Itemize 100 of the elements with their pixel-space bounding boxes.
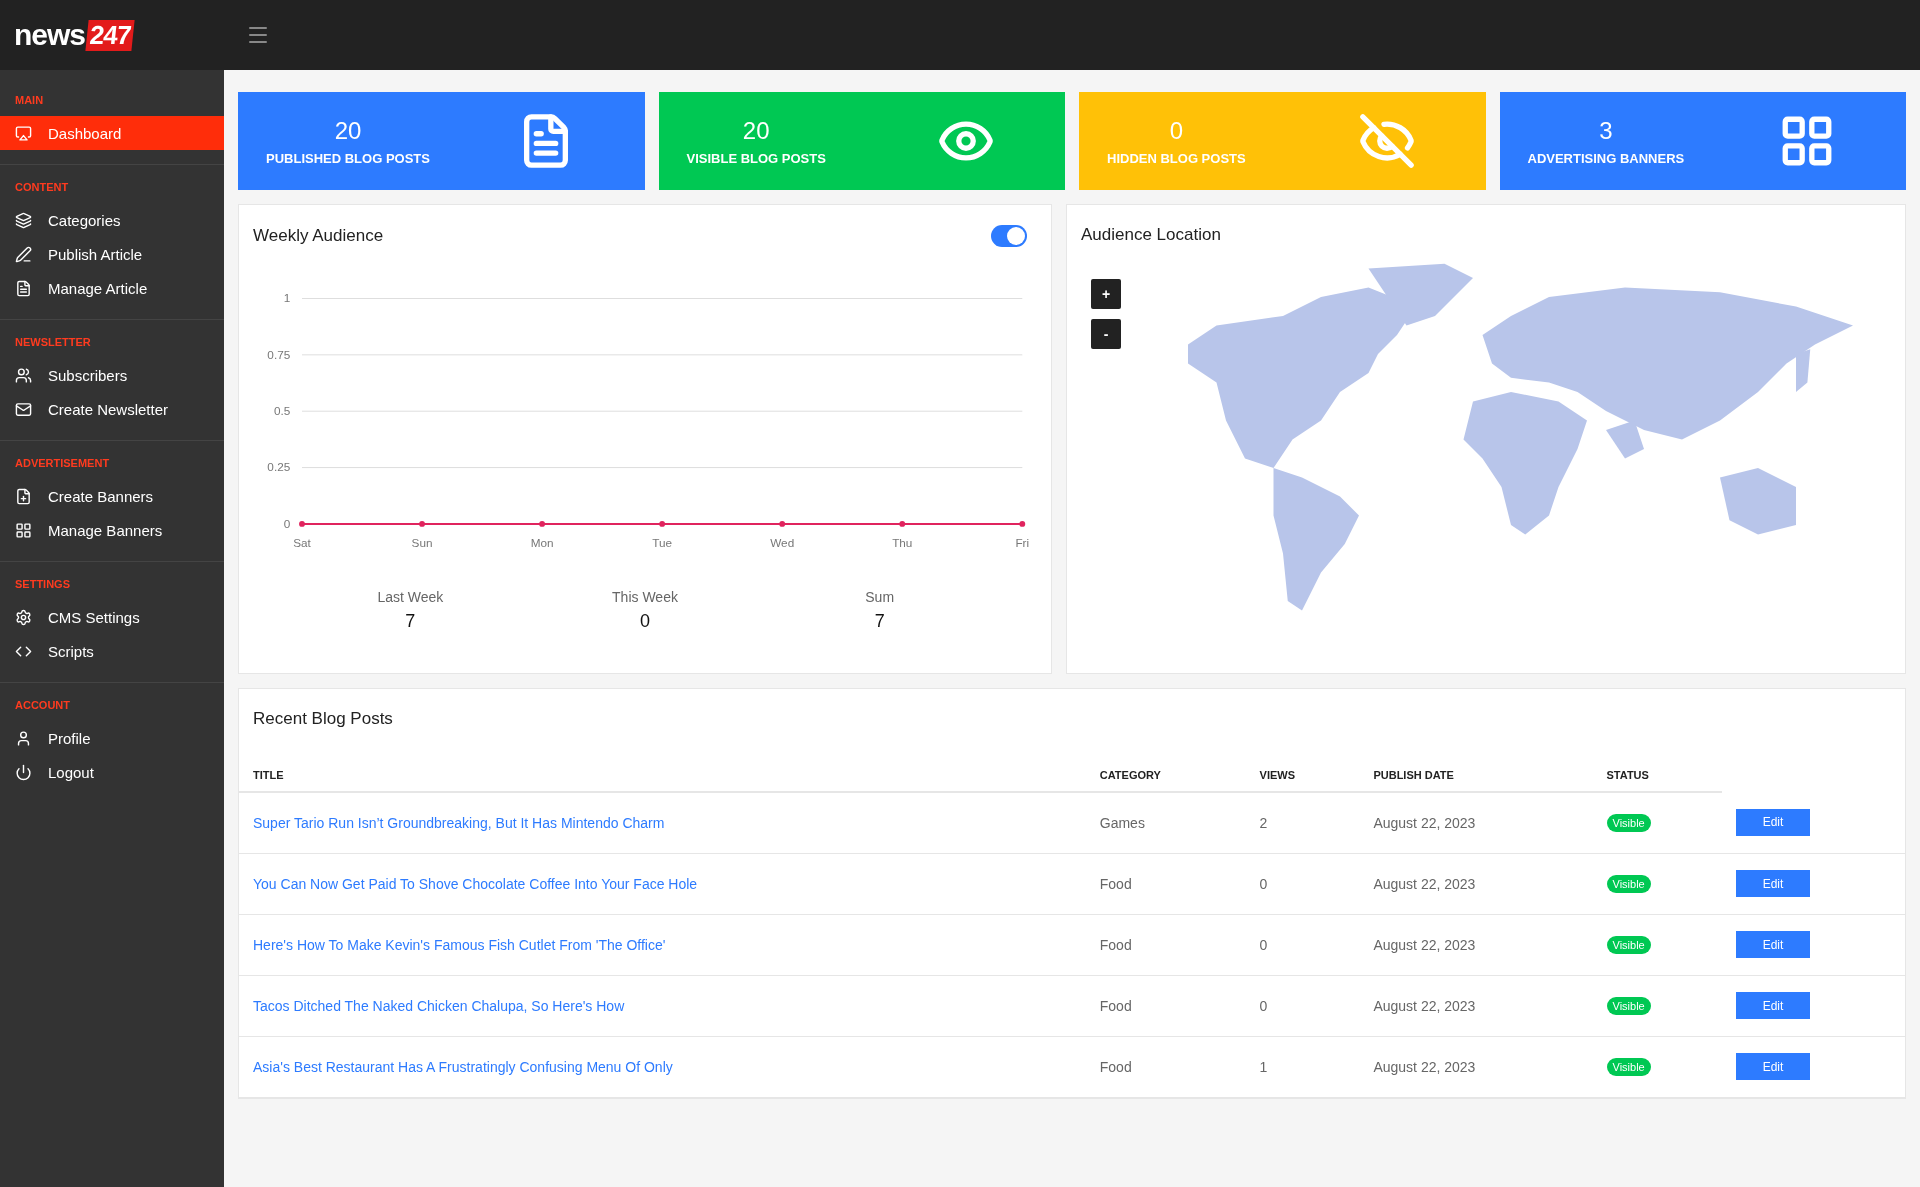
sidebar-item[interactable]: Categories [0,203,224,237]
axis-label: Tue [652,536,673,550]
axis-label: Sat [293,536,311,550]
edit-button[interactable]: Edit [1736,992,1811,1019]
data-point [299,520,305,527]
layers-icon [15,211,32,229]
section-heading: MAIN [14,93,45,108]
table-cell: August 22, 2023 [1359,914,1593,975]
card-title: Weekly Audience [253,226,384,246]
data-point [659,520,666,527]
card-title: Recent Blog Posts [252,709,394,729]
post-title-link[interactable]: Super Tario Run Isn’t Groundbreaking, But It Has Mintendo Charm [253,814,665,831]
edit-button[interactable]: Edit [1736,870,1811,897]
section-heading: NEWSLETTER [14,335,92,350]
edit-button[interactable]: Edit [1736,931,1811,958]
post-title-link[interactable]: Here's How To Make Kevin's Famous Fish Cutlet From 'The Office' [253,936,666,953]
stat-value: 3 [1599,116,1613,145]
data-point [419,520,425,527]
table-cell: Games [1085,792,1246,853]
users-icon [15,366,32,384]
column-header: VIEWS [1245,759,1360,792]
summary-value: 7 [874,611,885,632]
stat-label: HIDDEN BLOG POSTS [1107,150,1246,166]
section-heading: ACCOUNT [14,698,71,713]
table-cell: 0 [1245,853,1360,914]
axis-label: Wed [770,536,795,550]
table-cell: August 22, 2023 [1359,792,1593,853]
axis-label: Mon [530,536,554,550]
post-title-link[interactable]: Asia's Best Restaurant Has A Frustratingly Confusing Menu Of Only [253,1058,673,1075]
column-header: STATUS [1592,759,1723,792]
sidebar-item[interactable]: Subscribers [0,358,224,392]
pen-icon [15,245,32,263]
table-cell: 2 [1245,792,1360,853]
stat-value: 20 [334,116,362,145]
table-cell: August 22, 2023 [1359,1036,1593,1097]
data-point [779,520,786,527]
data-point [1019,520,1026,527]
axis-label: Fri [1015,536,1030,550]
stat-label: PUBLISHED BLOG POSTS [266,150,430,166]
status-badge: Visible [1606,935,1651,954]
data-point [539,520,546,527]
file-plus-icon [15,487,32,505]
table-cell: Food [1085,914,1246,975]
axis-label: 0.5 [273,404,291,418]
summary-label: This Week [612,589,678,605]
edit-button[interactable]: Edit [1736,1053,1811,1080]
section-heading: CONTENT [14,180,70,195]
table-cell: 1 [1245,1036,1360,1097]
axis-label: 0 [283,516,291,530]
sidebar-item[interactable]: Create Newsletter [0,392,224,426]
edit-button[interactable]: Edit [1736,808,1811,836]
card-title: Audience Location [1081,225,1222,245]
summary-label: Sum [865,589,895,605]
table-cell: 0 [1245,914,1360,975]
sidebar-item[interactable]: Logout [0,755,224,789]
sidebar-item[interactable]: Scripts [0,634,224,668]
post-title-link[interactable]: You Can Now Get Paid To Shove Chocolate Coffee Into Your Face Hole [253,875,698,892]
screen-icon [15,124,32,142]
summary-label: Last Week [377,589,444,605]
table-cell: Food [1085,853,1246,914]
stat-value: 0 [1169,116,1183,145]
user-icon [15,729,32,747]
table-cell: Food [1085,1036,1246,1097]
status-badge: Visible [1606,1057,1651,1076]
eye-off-icon [1357,112,1416,170]
axis-label: Thu [892,536,913,550]
stat-label: ADVERTISING BANNERS [1527,150,1685,166]
section-heading: ADVERTISEMENT [14,456,111,471]
grid-icon [15,521,32,539]
table-cell: August 22, 2023 [1359,975,1593,1036]
axis-label: 0.25 [267,460,291,474]
sidebar-item[interactable]: Dashboard [0,116,224,150]
settings-icon [15,608,32,626]
toggle-switch[interactable] [991,225,1027,247]
table-cell: 0 [1245,975,1360,1036]
post-title-link[interactable]: Tacos Ditched The Naked Chicken Chalupa, So Here's How [253,997,625,1014]
stat-value: 20 [742,116,770,145]
stat-label: VISIBLE BLOG POSTS [686,150,826,166]
sidebar-item[interactable]: CMS Settings [0,600,224,634]
sidebar-item[interactable]: Manage Article [0,271,224,305]
zoom-in-button[interactable]: + [1091,279,1121,309]
axis-label: Sun [411,536,433,550]
column-header: PUBLISH DATE [1359,759,1593,792]
status-badge: Visible [1606,874,1651,893]
sidebar-item[interactable]: Create Banners [0,479,224,513]
power-icon [15,763,32,781]
summary-value: 7 [405,611,416,632]
status-badge: Visible [1606,996,1651,1015]
column-header: CATEGORY [1085,759,1246,792]
sidebar-item[interactable]: Profile [0,721,224,755]
sidebar-item[interactable]: Manage Banners [0,513,224,547]
status-badge: Visible [1606,813,1651,832]
document-icon [15,279,32,297]
mail-icon [15,400,32,418]
axis-label: 0.75 [267,347,291,361]
table-cell: August 22, 2023 [1359,853,1593,914]
sidebar-item[interactable]: Publish Article [0,237,224,271]
zoom-out-button[interactable]: - [1091,319,1121,349]
axis-label: 1 [283,291,291,305]
section-heading: SETTINGS [14,577,71,592]
